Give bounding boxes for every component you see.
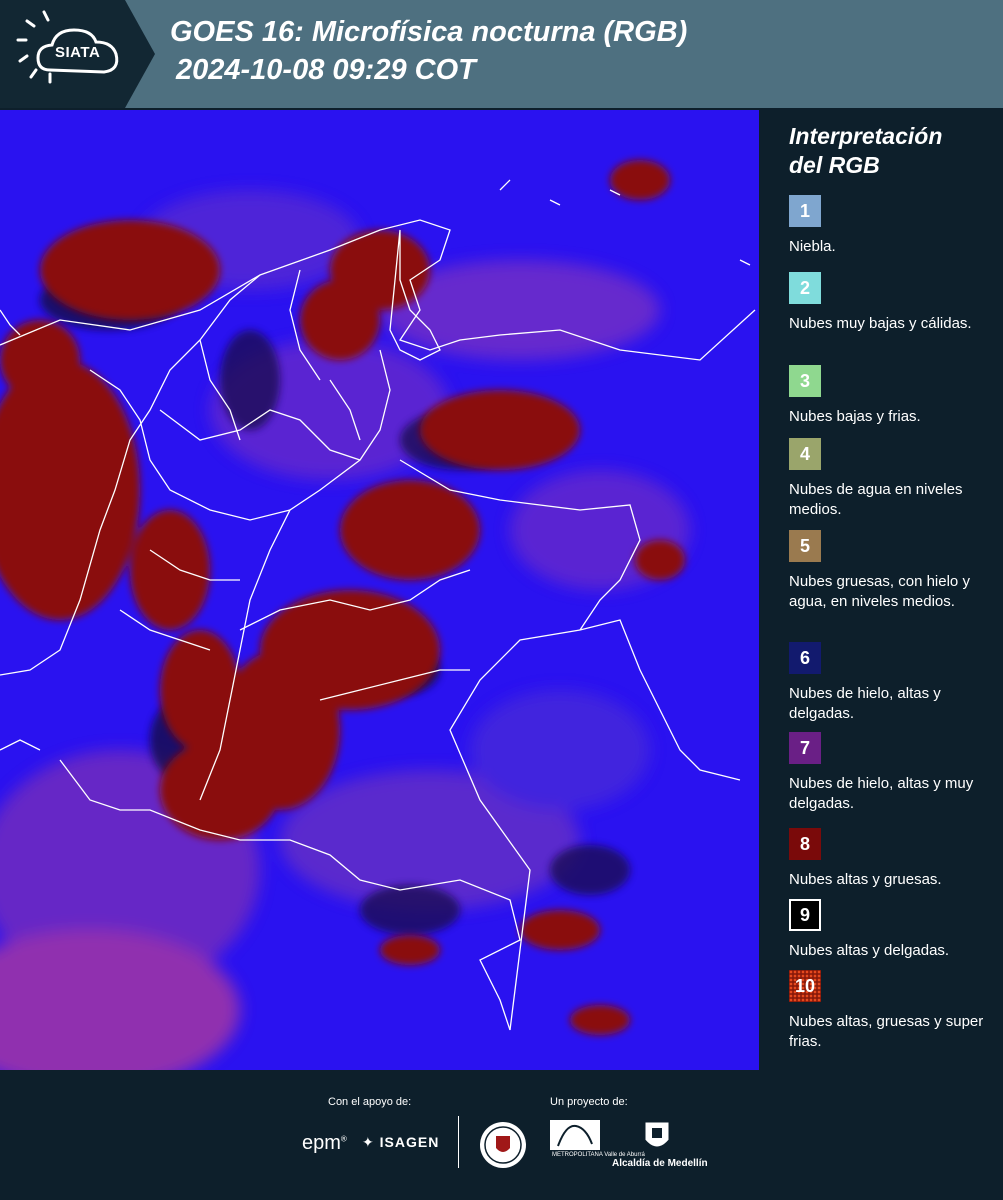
legend-label: Nubes de agua en niveles medios. bbox=[789, 481, 963, 518]
header-bar: SIATA GOES 16: Microfísica nocturna (RGB… bbox=[0, 0, 1003, 108]
legend-title-line2: del RGB bbox=[789, 152, 880, 178]
legend-item: 10 Nubes altas, gruesas y super frias. bbox=[789, 970, 994, 1052]
project-caption: Un proyecto de: bbox=[550, 1096, 628, 1108]
area-metropolitana-logo-icon bbox=[550, 1120, 600, 1150]
legend-swatch: 7 bbox=[789, 732, 821, 764]
isagen-text: ISAGEN bbox=[379, 1134, 440, 1150]
medellin-seal-icon bbox=[480, 1122, 526, 1168]
legend-number: 3 bbox=[799, 370, 810, 391]
alcaldia-shield-icon bbox=[644, 1121, 670, 1148]
page-title: GOES 16: Microfísica nocturna (RGB) bbox=[170, 16, 688, 48]
legend-number: 7 bbox=[799, 737, 810, 758]
legend-swatch: 8 bbox=[789, 828, 821, 860]
legend-item: 8 Nubes altas y gruesas. bbox=[789, 828, 994, 890]
legend-number: 8 bbox=[799, 833, 810, 854]
legend-item: 7 Nubes de hielo, altas y muy delgadas. bbox=[789, 732, 994, 814]
legend-number: 2 bbox=[799, 277, 810, 298]
legend-swatch: 3 bbox=[789, 365, 821, 397]
epm-logo: epm® bbox=[302, 1132, 347, 1154]
legend-title-line1: Interpretación bbox=[789, 123, 943, 149]
legend-item: 2 Nubes muy bajas y cálidas. bbox=[789, 272, 994, 334]
legend-label: Niebla. bbox=[789, 238, 836, 255]
satellite-map[interactable] bbox=[0, 110, 759, 1070]
legend-item: 1 Niebla. bbox=[789, 195, 994, 257]
legend-swatch: 10 bbox=[789, 970, 821, 1002]
footer-divider bbox=[458, 1116, 459, 1168]
legend-label: Nubes altas, gruesas y super frias. bbox=[789, 1013, 984, 1050]
legend-label: Nubes altas y gruesas. bbox=[789, 871, 942, 888]
legend-title: Interpretación del RGB bbox=[789, 122, 989, 180]
legend-item: 6 Nubes de hielo, altas y delgadas. bbox=[789, 642, 994, 724]
legend-number: 9 bbox=[799, 904, 810, 925]
legend-label: Nubes gruesas, con hielo y agua, en nive… bbox=[789, 573, 970, 610]
logo-text: SIATA bbox=[55, 44, 101, 61]
legend-swatch: 4 bbox=[789, 438, 821, 470]
legend-item: 5 Nubes gruesas, con hielo y agua, en ni… bbox=[789, 530, 994, 612]
legend-label: Nubes altas y delgadas. bbox=[789, 942, 950, 959]
support-caption: Con el apoyo de: bbox=[328, 1096, 412, 1108]
legend-swatch: 2 bbox=[789, 272, 821, 304]
legend-number: 4 bbox=[799, 443, 810, 464]
legend-swatch: 1 bbox=[789, 195, 821, 227]
legend-item: 9 Nubes altas y delgadas. bbox=[789, 899, 994, 961]
legend-swatch: 9 bbox=[789, 899, 821, 931]
siata-logo: SIATA bbox=[0, 0, 155, 108]
legend-number: 10 bbox=[794, 975, 816, 996]
legend-number: 6 bbox=[799, 647, 810, 668]
footer-bar: Con el apoyo de: Un proyecto de: epm® ✦ … bbox=[0, 1070, 1003, 1200]
isagen-logo: ✦ ISAGEN bbox=[362, 1134, 440, 1150]
legend-swatch: 6 bbox=[789, 642, 821, 674]
alcaldia-text: Alcaldía de Medellín bbox=[612, 1158, 708, 1169]
legend-label: Nubes de hielo, altas y muy delgadas. bbox=[789, 775, 974, 812]
page-timestamp: 2024-10-08 09:29 COT bbox=[176, 54, 476, 86]
legend-label: Nubes de hielo, altas y delgadas. bbox=[789, 685, 941, 722]
legend-item: 3 Nubes bajas y frias. bbox=[789, 365, 994, 427]
legend-number: 1 bbox=[799, 200, 810, 221]
epm-text: epm bbox=[302, 1132, 341, 1154]
legend-label: Nubes bajas y frias. bbox=[789, 408, 921, 425]
legend-number: 5 bbox=[799, 535, 810, 556]
legend-swatch: 5 bbox=[789, 530, 821, 562]
legend-item: 4 Nubes de agua en niveles medios. bbox=[789, 438, 994, 520]
legend-panel: Interpretación del RGB 1 Niebla. 2 Nubes… bbox=[762, 110, 1003, 1070]
legend-label: Nubes muy bajas y cálidas. bbox=[789, 315, 972, 332]
